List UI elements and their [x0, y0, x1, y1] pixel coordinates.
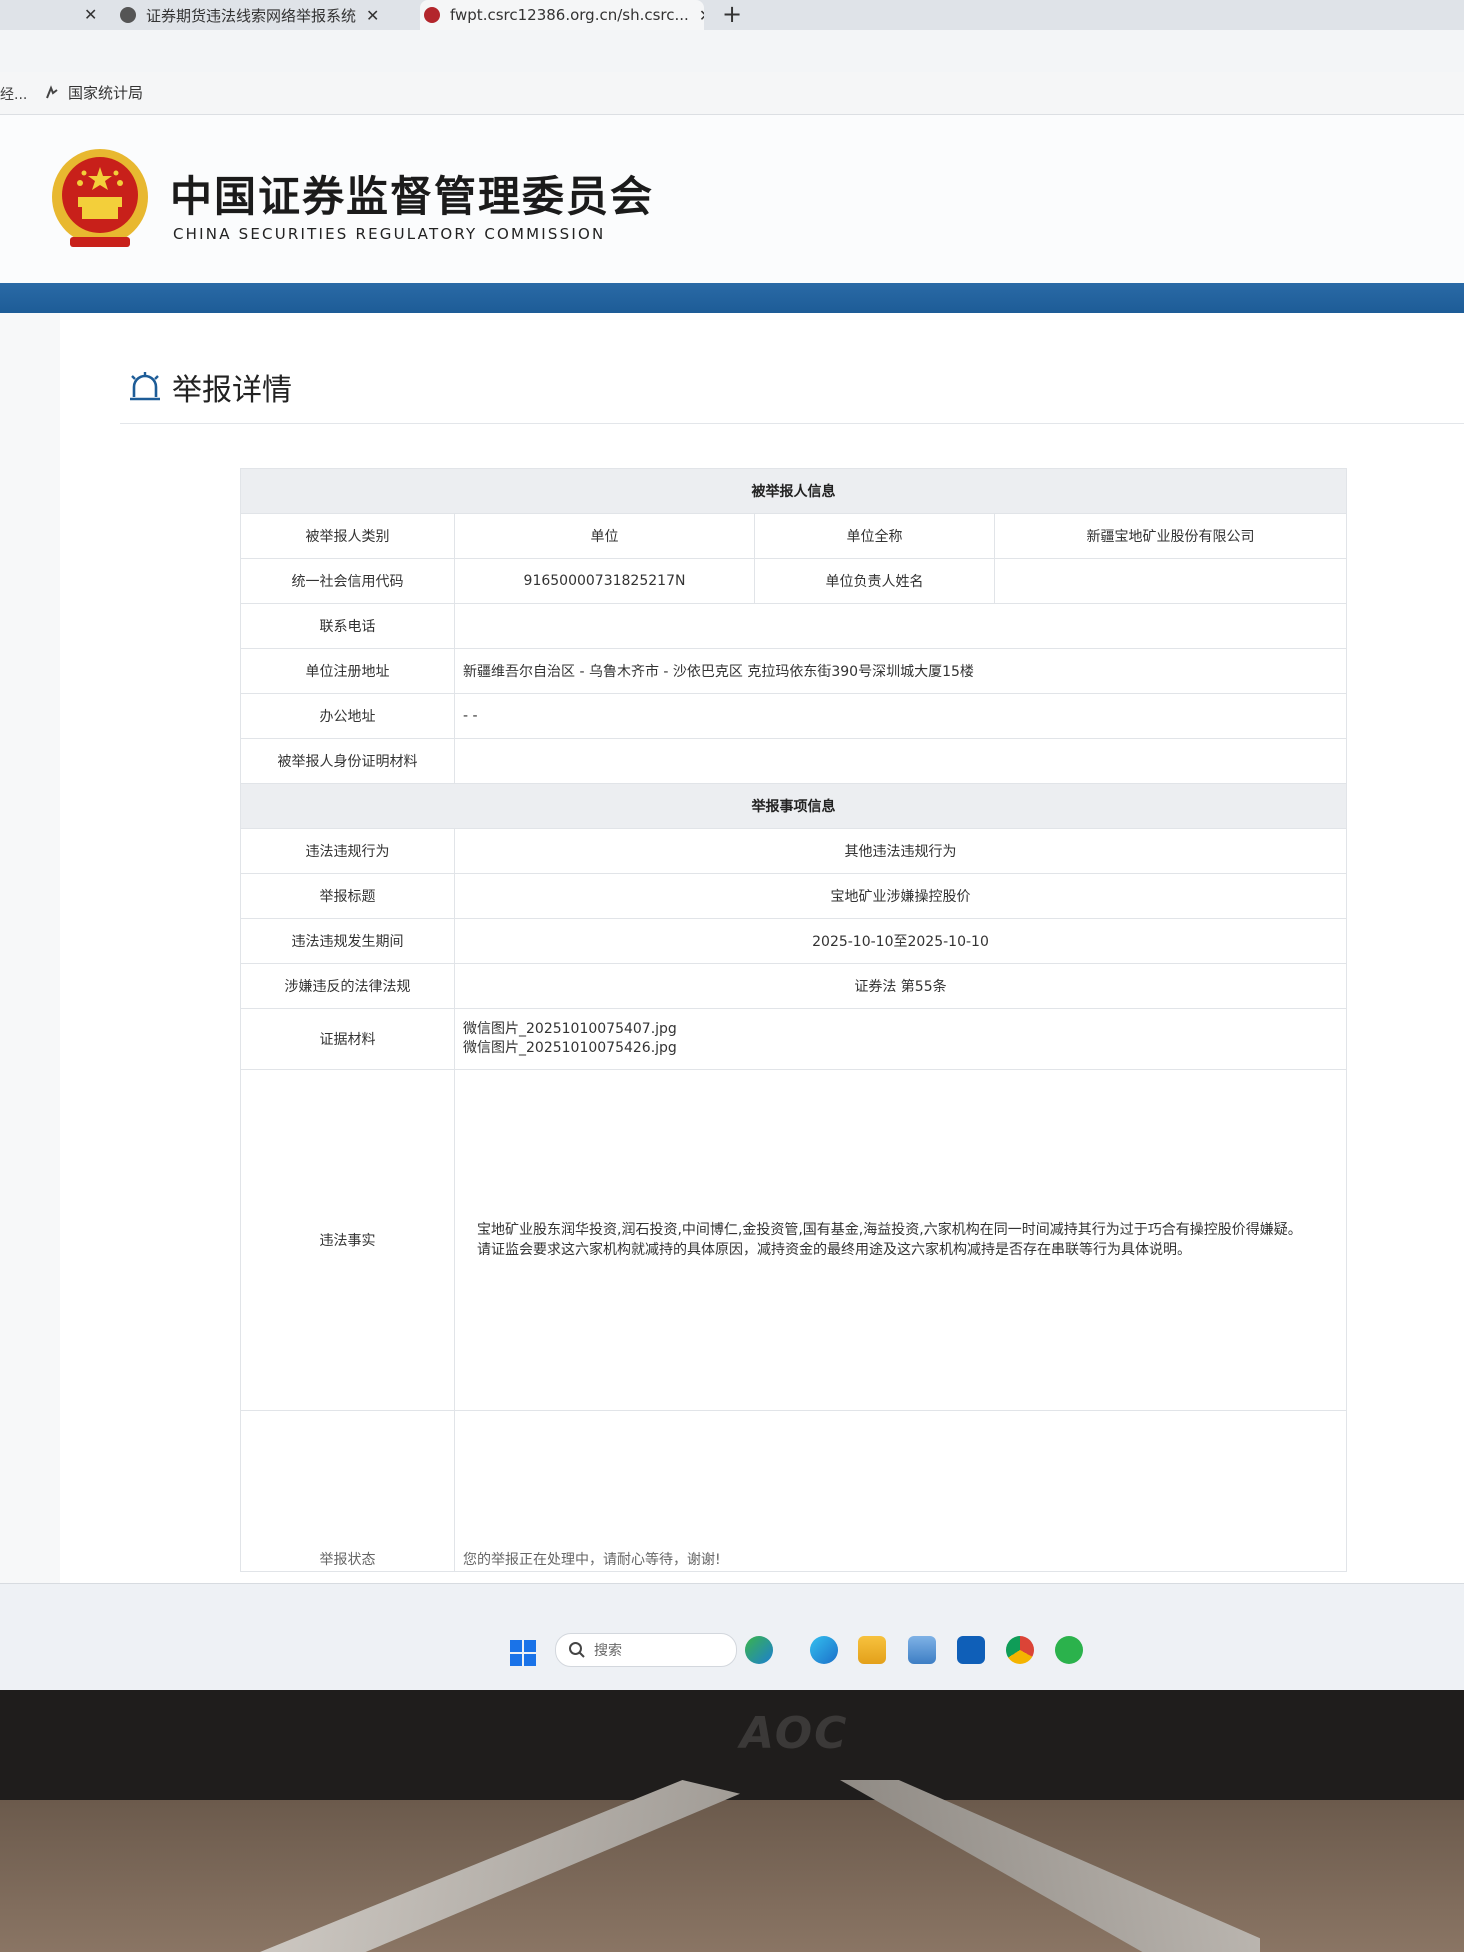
site-title-chinese: 中国证券监督管理委员会 — [170, 172, 655, 221]
facts-line: 请证监会要求这六家机构就减持的具体原因，减持资金的最终用途及这六家机构减持是否存… — [477, 1242, 1191, 1258]
table-row: 办公地址 - - — [240, 693, 1347, 739]
field-label: 被举报人身份证明材料 — [240, 738, 455, 784]
desk-surface — [0, 1800, 1464, 1952]
office-address-value: - - — [454, 693, 1347, 739]
tab-title: 证券期货违法线索网络举报系统 — [146, 6, 357, 25]
content-area: 举报详情 被举报人信息 被举报人类别 单位 单位全称 新疆宝地矿业股份有限公司 … — [0, 313, 1464, 1583]
bookmark-stats-bureau[interactable]: 国家统计局 — [44, 82, 143, 103]
field-label: 涉嫌违反的法律法规 — [240, 963, 455, 1009]
field-label: 统一社会信用代码 — [240, 558, 455, 604]
monitor-brand-logo: AOC — [740, 1708, 849, 1759]
windows-start-icon[interactable] — [510, 1640, 536, 1666]
violation-period-value: 2025-10-10至2025-10-10 — [454, 918, 1347, 964]
tab-report-system[interactable]: 证券期货违法线索网络举报系统 ✕ — [120, 0, 410, 30]
facts-line: 宝地矿业股东润华投资,润石投资,中间博仁,金投资管,国有基金,海益投资,六家机构… — [477, 1222, 1302, 1238]
site-title-english: CHINA SECURITIES REGULATORY COMMISSION — [173, 225, 606, 243]
table-row: 被举报人身份证明材料 — [240, 738, 1347, 784]
violation-facts-value: 宝地矿业股东润华投资,润石投资,中间博仁,金投资管,国有基金,海益投资,六家机构… — [454, 1069, 1347, 1411]
bookmark-truncated[interactable]: 经... — [0, 84, 27, 104]
tab-close-icon[interactable]: ✕ — [699, 6, 704, 25]
photos-icon[interactable] — [908, 1636, 936, 1664]
report-detail-table: 被举报人信息 被举报人类别 单位 单位全称 新疆宝地矿业股份有限公司 统一社会信… — [240, 468, 1347, 1572]
stats-bureau-icon — [46, 84, 58, 98]
previous-tab-close-icon[interactable]: ✕ — [84, 0, 97, 30]
table-row: 涉嫌违反的法律法规 证券法 第55条 — [240, 963, 1347, 1009]
widgets-icon[interactable] — [745, 1636, 773, 1664]
site-header: 中国证券监督管理委员会 CHINA SECURITIES REGULATORY … — [0, 115, 1464, 285]
law-violated-value: 证券法 第55条 — [454, 963, 1347, 1009]
id-material-value — [454, 738, 1347, 784]
status-cell: 您的举报正在处理中，请耐心等待，谢谢! — [454, 1410, 1347, 1572]
monitor-bezel: AOC — [0, 1690, 1464, 1800]
wechat-icon[interactable] — [1055, 1636, 1083, 1664]
table-row: 联系电话 — [240, 603, 1347, 649]
table-row: 被举报人类别 单位 单位全称 新疆宝地矿业股份有限公司 — [240, 513, 1347, 559]
field-label: 被举报人类别 — [240, 513, 455, 559]
tab-title: fwpt.csrc12386.org.cn/sh.csrc... — [450, 6, 689, 24]
field-label: 单位负责人姓名 — [754, 558, 995, 604]
table-row: 证据材料 微信图片_20251010075407.jpg 微信图片_202510… — [240, 1008, 1347, 1070]
field-label: 违法违规发生期间 — [240, 918, 455, 964]
field-label: 举报标题 — [240, 873, 455, 919]
report-matter-header: 举报事项信息 — [240, 783, 1347, 829]
edge-icon[interactable] — [810, 1636, 838, 1664]
monitor-screen: ✕ 证券期货违法线索网络举报系统 ✕ fwpt.csrc12386.org.cn… — [0, 0, 1464, 1690]
status-value: 您的举报正在处理中，请耐心等待，谢谢! — [463, 1552, 721, 1568]
section-heading: 举报详情 — [128, 365, 292, 409]
status-label: 举报状态 — [319, 1552, 376, 1568]
taskbar-search-box[interactable]: 搜索 — [555, 1633, 737, 1667]
csrc-favicon-icon — [424, 7, 440, 23]
evidence-file-link[interactable]: 微信图片_20251010075426.jpg — [463, 1039, 1338, 1058]
globe-icon — [120, 7, 136, 23]
reported-party-header: 被举报人信息 — [240, 468, 1347, 514]
field-label: 联系电话 — [240, 603, 455, 649]
bookmark-label: 国家统计局 — [68, 84, 144, 102]
field-label: 办公地址 — [240, 693, 455, 739]
chrome-icon[interactable] — [1006, 1636, 1034, 1664]
windows-taskbar: 搜索 — [0, 1583, 1464, 1690]
page-title: 举报详情 — [172, 373, 292, 408]
evidence-files: 微信图片_20251010075407.jpg 微信图片_20251010075… — [454, 1008, 1347, 1070]
table-row: 举报状态 您的举报正在处理中，请耐心等待，谢谢! — [240, 1410, 1347, 1572]
company-name-value: 新疆宝地矿业股份有限公司 — [994, 513, 1347, 559]
field-label: 违法违规行为 — [240, 828, 455, 874]
reported-type-value: 单位 — [454, 513, 755, 559]
evidence-file-link[interactable]: 微信图片_20251010075407.jpg — [463, 1020, 1338, 1039]
new-tab-button[interactable]: + — [722, 0, 742, 30]
search-icon — [569, 1642, 585, 1658]
phone-value — [454, 603, 1347, 649]
alarm-bell-icon — [130, 372, 160, 401]
table-row: 违法违规行为 其他违法违规行为 — [240, 828, 1347, 874]
table-row: 违法违规发生期间 2025-10-10至2025-10-10 — [240, 918, 1347, 964]
field-label: 单位全称 — [754, 513, 995, 559]
tab-close-icon[interactable]: ✕ — [366, 6, 379, 25]
table-row: 举报标题 宝地矿业涉嫌操控股价 — [240, 873, 1347, 919]
leader-name-value — [994, 558, 1347, 604]
bookmarks-bar: 经... 国家统计局 — [0, 72, 1464, 115]
credit-code-value: 91650000731825217N — [454, 558, 755, 604]
national-emblem-icon — [52, 149, 148, 247]
header-band — [0, 283, 1464, 313]
table-row: 被举报人信息 — [240, 468, 1347, 514]
table-row: 统一社会信用代码 91650000731825217N 单位负责人姓名 — [240, 558, 1347, 604]
field-label: 单位注册地址 — [240, 648, 455, 694]
field-label: 证据材料 — [240, 1008, 455, 1070]
table-row: 单位注册地址 新疆维吾尔自治区 - 乌鲁木齐市 - 沙依巴克区 克拉玛依东街39… — [240, 648, 1347, 694]
outlook-icon[interactable] — [957, 1636, 985, 1664]
section-divider — [120, 423, 1464, 424]
field-label: 举报状态 — [240, 1410, 455, 1572]
file-explorer-icon[interactable] — [858, 1636, 886, 1664]
field-label: 违法事实 — [240, 1069, 455, 1411]
browser-tab-bar: ✕ 证券期货违法线索网络举报系统 ✕ fwpt.csrc12386.org.cn… — [0, 0, 1464, 30]
tab-active-csrc[interactable]: fwpt.csrc12386.org.cn/sh.csrc... ✕ — [420, 0, 704, 30]
table-row: 举报事项信息 — [240, 783, 1347, 829]
search-placeholder: 搜索 — [594, 1643, 622, 1659]
registered-address-value: 新疆维吾尔自治区 - 乌鲁木齐市 - 沙依巴克区 克拉玛依东街390号深圳城大厦… — [454, 648, 1347, 694]
report-title-value: 宝地矿业涉嫌操控股价 — [454, 873, 1347, 919]
table-row: 违法事实 宝地矿业股东润华投资,润石投资,中间博仁,金投资管,国有基金,海益投资… — [240, 1069, 1347, 1411]
violation-behavior-value: 其他违法违规行为 — [454, 828, 1347, 874]
